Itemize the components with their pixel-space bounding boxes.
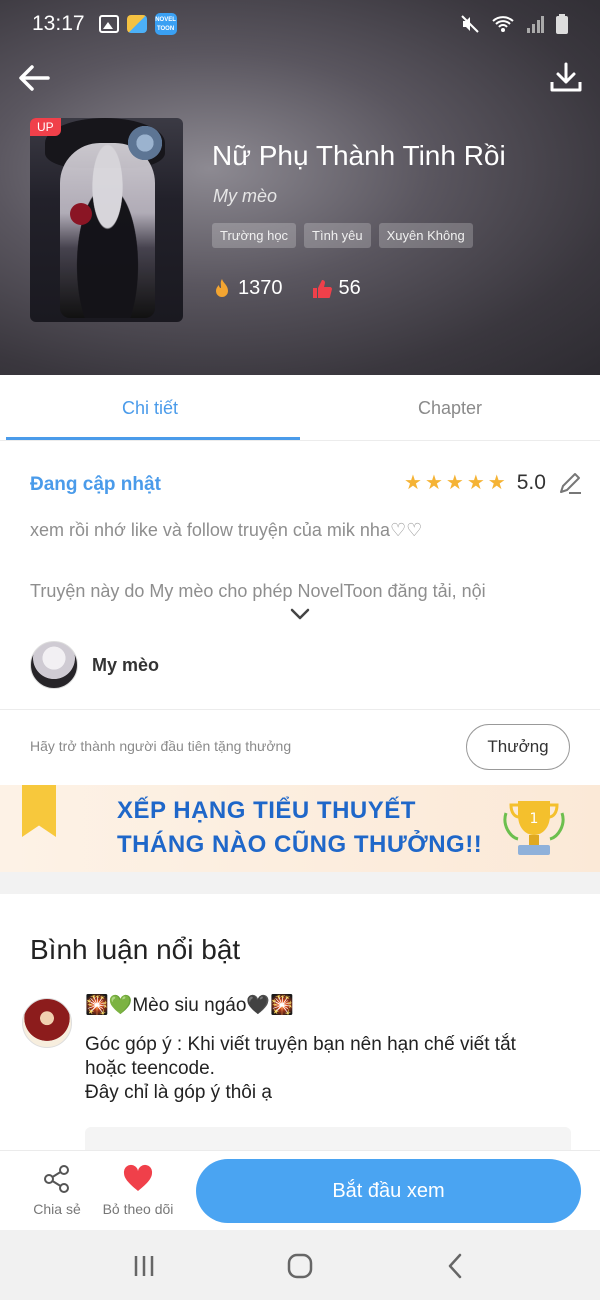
genre-tags: Trường học Tình yêu Xuyên Không xyxy=(212,223,473,248)
unfollow-label: Bỏ theo dõi xyxy=(102,1201,174,1217)
up-badge: UP xyxy=(30,118,61,136)
description-line-2: Truyện này do My mèo cho phép NovelToon … xyxy=(30,581,486,601)
author-name: My mèo xyxy=(92,654,160,675)
cover-art-figure xyxy=(60,143,155,318)
share-label: Chia sẻ xyxy=(33,1201,81,1217)
pencil-edit-icon[interactable] xyxy=(557,470,583,496)
likes-count: 56 xyxy=(338,277,361,299)
views-stat: 1370 xyxy=(212,277,283,300)
home-icon[interactable] xyxy=(284,1250,316,1282)
svg-text:1: 1 xyxy=(530,811,539,827)
star-icon: ★ xyxy=(404,472,422,494)
noveltoon-notification-icon: NOVEL TOON xyxy=(154,13,177,35)
book-stats: 1370 56 xyxy=(212,277,361,300)
reward-button[interactable]: Thưởng xyxy=(466,724,570,770)
commenter-name[interactable]: 🎇💚Mèo siu ngáo🖤🎇 xyxy=(85,993,294,1017)
thumbs-up-icon xyxy=(312,279,332,298)
status-bar: 13:17 NOVEL TOON xyxy=(0,0,600,48)
views-count: 1370 xyxy=(238,277,283,299)
star-icon: ★ xyxy=(424,472,443,494)
wifi-icon xyxy=(492,16,514,32)
apps-notification-icon xyxy=(126,15,147,33)
cover-art-apple xyxy=(70,203,92,225)
trophy-icon: 1 xyxy=(503,801,565,855)
book-cover: UP xyxy=(30,118,183,322)
bottom-action-bar: Chia sẻ Bỏ theo dõi Bắt đầu xem xyxy=(0,1150,600,1230)
rating-value: 5.0 xyxy=(516,471,546,494)
chevron-down-icon[interactable] xyxy=(288,605,312,623)
tag-school[interactable]: Trường học xyxy=(212,223,297,248)
back-arrow-icon[interactable] xyxy=(14,58,54,98)
commenter-avatar[interactable] xyxy=(22,998,72,1048)
comment-text: Góc góp ý : Khi viết truyện bạn nên hạn … xyxy=(85,1034,516,1103)
nav-back-icon[interactable] xyxy=(440,1250,472,1282)
tag-time-travel[interactable]: Xuyên Không xyxy=(378,223,473,248)
featured-comments-title: Bình luận nổi bật xyxy=(30,934,241,965)
star-icon: ★ xyxy=(445,472,464,494)
book-author: My mèo xyxy=(213,186,278,206)
banner-line-1: XẾP HẠNG TIỂU THUYẾT xyxy=(117,797,416,824)
rating: ★ ★ ★ ★ ★ 5.0 xyxy=(404,470,583,496)
tag-romance[interactable]: Tình yêu xyxy=(304,223,371,248)
start-reading-button[interactable]: Bắt đầu xem xyxy=(196,1159,581,1223)
book-title: Nữ Phụ Thành Tinh Rồi xyxy=(212,140,506,171)
star-icon: ★ xyxy=(466,472,485,494)
heart-icon xyxy=(123,1164,153,1191)
section-gap xyxy=(0,872,600,894)
author-profile-row[interactable]: My mèo xyxy=(30,641,159,689)
battery-icon xyxy=(556,14,568,34)
share-button[interactable]: Chia sẻ xyxy=(28,1163,86,1217)
recent-apps-icon[interactable] xyxy=(128,1250,160,1282)
tab-chapter[interactable]: Chapter xyxy=(300,375,600,440)
book-header: 13:17 NOVEL TOON UP Nữ Phụ Thành Tinh Rồ… xyxy=(0,0,600,375)
star-icon: ★ xyxy=(487,472,506,494)
ranking-banner[interactable]: XẾP HẠNG TIỂU THUYẾT THÁNG NÀO CŨNG THƯỞ… xyxy=(0,785,600,872)
tab-detail[interactable]: Chi tiết xyxy=(0,375,300,440)
bookmark-ribbon xyxy=(22,785,56,837)
mute-icon xyxy=(461,15,479,33)
update-status: Đang cập nhật xyxy=(30,474,161,495)
share-icon xyxy=(44,1165,69,1193)
description-line-1: xem rồi nhớ like và follow truyện của mi… xyxy=(30,520,423,540)
fire-icon xyxy=(216,278,228,297)
cover-art-flower xyxy=(125,123,165,163)
banner-line-2: THÁNG NÀO CŨNG THƯỞNG!! xyxy=(117,831,483,858)
gallery-notification-icon xyxy=(98,15,119,33)
content-tabs: Chi tiết Chapter xyxy=(0,375,600,441)
status-time: 13:17 xyxy=(32,12,85,35)
signal-icon xyxy=(527,16,544,33)
divider xyxy=(0,709,600,710)
system-nav-bar xyxy=(0,1230,600,1300)
download-icon[interactable] xyxy=(546,58,586,98)
unfollow-button[interactable]: Bỏ theo dõi xyxy=(98,1163,178,1217)
likes-stat: 56 xyxy=(311,277,361,300)
author-avatar[interactable] xyxy=(30,641,78,689)
reward-prompt: Hãy trở thành người đầu tiên tặng thưởng xyxy=(30,738,292,754)
